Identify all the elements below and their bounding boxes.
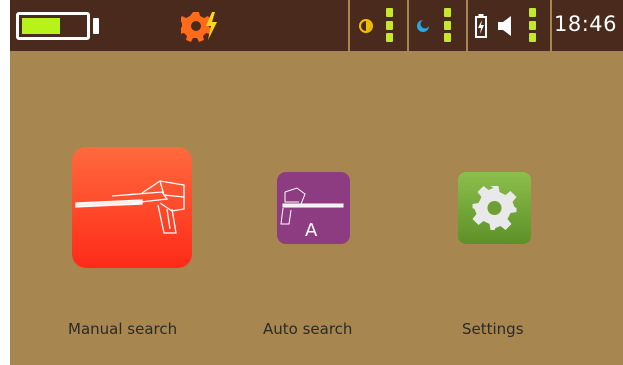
- manual-search-button[interactable]: [72, 147, 192, 268]
- divider: [348, 0, 350, 51]
- gear-with-lightning-icon[interactable]: [181, 10, 221, 42]
- speaker-icon[interactable]: [497, 15, 513, 37]
- auto-search-button[interactable]: A: [277, 172, 350, 244]
- clock: 18:46: [553, 12, 617, 36]
- divider: [550, 0, 552, 51]
- sun-icon: [359, 19, 373, 33]
- device-screen: 18:46 A Manual search Auto search Settin…: [10, 0, 623, 365]
- divider: [407, 0, 409, 51]
- auto-search-label[interactable]: Auto search: [263, 320, 352, 338]
- status-bar: 18:46: [10, 0, 623, 51]
- level-bars-1: [386, 8, 393, 42]
- detector-wand-icon: [75, 180, 185, 234]
- battery-charge-icon: [475, 14, 487, 38]
- gear-icon: [472, 186, 517, 230]
- settings-label[interactable]: Settings: [462, 320, 524, 338]
- level-bars-3: [529, 8, 536, 42]
- moon-icon: [417, 19, 430, 32]
- battery-tip: [93, 18, 99, 34]
- divider: [466, 0, 468, 51]
- battery-fill: [22, 18, 60, 34]
- manual-search-label[interactable]: Manual search: [68, 320, 177, 338]
- level-bars-2: [444, 8, 451, 42]
- battery-indicator: [16, 12, 90, 40]
- detector-auto-icon: A: [280, 187, 344, 241]
- settings-button[interactable]: [458, 172, 531, 244]
- svg-text:A: A: [305, 220, 318, 241]
